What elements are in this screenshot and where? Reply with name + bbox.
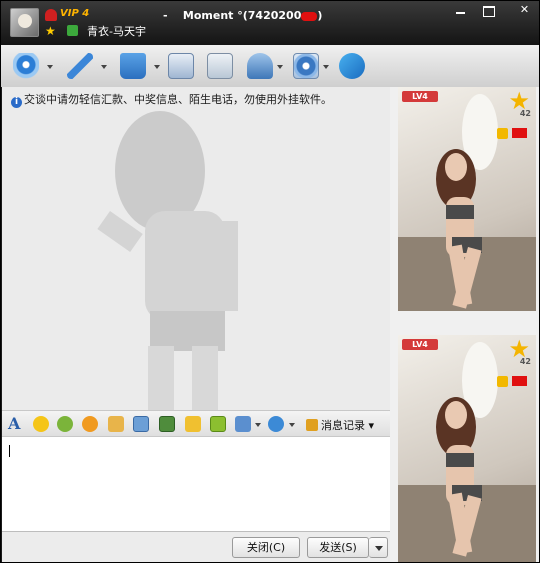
send-image-icon[interactable] (159, 416, 175, 432)
redacted-block (512, 128, 527, 138)
payment-dropdown-icon[interactable] (289, 423, 295, 427)
vip-label: VIP 4 (60, 8, 90, 19)
gift-icon[interactable] (210, 416, 226, 432)
title-close-paren: ) (317, 9, 323, 22)
send-button[interactable]: 发送(S) (307, 537, 369, 558)
toolbar (1, 45, 539, 87)
voice-message-icon[interactable] (108, 416, 124, 432)
microphone-icon[interactable] (67, 53, 93, 79)
magic-face-icon[interactable] (57, 416, 73, 432)
star-value: 42 (519, 109, 531, 118)
self-photo (398, 342, 536, 562)
emoticon-icon[interactable] (33, 416, 49, 432)
contact-avatar[interactable] (10, 8, 39, 37)
minimize-button[interactable] (447, 1, 474, 19)
self-show-image[interactable]: LV4 ★ 42 (398, 335, 536, 562)
shake-window-icon[interactable] (82, 416, 98, 432)
qq-status-icon (67, 25, 78, 36)
window-title: - Moment °(7420200) (163, 9, 322, 22)
send-file-dropdown-icon[interactable] (154, 65, 160, 69)
maximize-button[interactable] (475, 1, 502, 19)
action-bar: 关闭(C) 发送(S) (2, 532, 390, 562)
text-cursor (9, 445, 10, 457)
star-icon: ★ (45, 24, 56, 38)
format-toolbar: A 消息记录 ▾ (2, 410, 390, 437)
level-badge: LV4 (402, 339, 438, 350)
settings-dropdown-icon[interactable] (323, 65, 329, 69)
contact-name: Moment °(7420200 (182, 9, 302, 22)
font-style-icon[interactable]: A (8, 416, 24, 432)
screenshot-icon[interactable] (133, 416, 149, 432)
microphone-dropdown-icon[interactable] (101, 65, 107, 69)
payment-icon[interactable] (268, 416, 284, 432)
chat-log-icon (306, 419, 318, 431)
add-member-icon[interactable] (207, 53, 233, 79)
screen-share-dropdown-icon[interactable] (255, 423, 261, 427)
music-icon[interactable] (185, 416, 201, 432)
level-badge: LV4 (402, 91, 438, 102)
send-file-icon[interactable] (120, 53, 146, 79)
close-window-button[interactable]: ✕ (509, 1, 539, 19)
send-options-dropdown[interactable] (369, 537, 388, 558)
contact-photo (398, 94, 536, 311)
info-icon: i (11, 97, 22, 108)
vip-badge-icon (45, 9, 57, 21)
screen-share-icon[interactable] (235, 416, 251, 432)
title-bar[interactable]: VIP 4 - Moment °(7420200) ★ 青衣-马天宇 ✕ (1, 1, 539, 45)
video-icon[interactable] (13, 53, 39, 79)
redacted-block (512, 376, 527, 386)
chat-background-image (97, 111, 238, 410)
speaker-icon[interactable] (497, 376, 508, 387)
message-history-button[interactable]: 消息记录 ▾ (306, 417, 374, 433)
contact-signature: 青衣-马天宇 (87, 25, 146, 38)
star-value: 42 (519, 357, 531, 366)
app-dropdown-icon[interactable] (277, 65, 283, 69)
message-history[interactable]: i 交谈中请勿轻信汇款、中奖信息、陌生电话，勿使用外挂软件。 (2, 87, 390, 410)
app-icon[interactable] (247, 53, 273, 79)
qzone-icon[interactable] (339, 53, 365, 79)
message-input[interactable] (2, 437, 390, 532)
title-dash: - (163, 9, 168, 22)
video-dropdown-icon[interactable] (47, 65, 53, 69)
sms-icon[interactable] (168, 53, 194, 79)
close-button[interactable]: 关闭(C) (232, 537, 300, 558)
message-history-label: 消息记录 (321, 419, 365, 432)
profile-panel: LV4 ★ 42 LV4 ★ 42 (390, 87, 539, 562)
speaker-icon[interactable] (497, 128, 508, 139)
contact-show-image[interactable]: LV4 ★ 42 (398, 87, 536, 311)
chat-window: VIP 4 - Moment °(7420200) ★ 青衣-马天宇 ✕ i 交谈… (0, 0, 540, 563)
redacted-block (301, 11, 318, 21)
settings-icon[interactable] (293, 53, 319, 79)
